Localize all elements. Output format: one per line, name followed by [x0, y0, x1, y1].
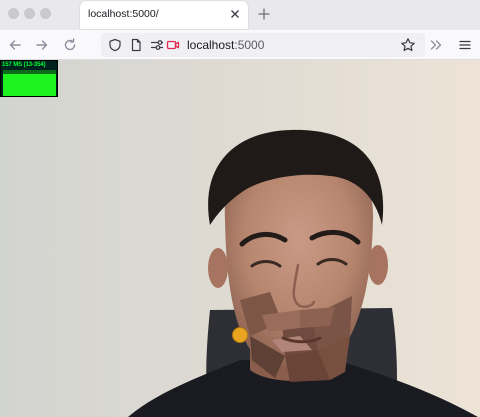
nav-bar: localhost:5000: [0, 30, 480, 60]
permissions-icon[interactable]: [150, 38, 164, 52]
new-tab-icon[interactable]: [256, 6, 272, 22]
overflow-chevron-icon[interactable]: [428, 37, 444, 53]
webcam-video-feed: [0, 60, 480, 417]
url-port: :5000: [234, 38, 265, 52]
stats-graph: [3, 70, 56, 96]
page-content: 157 MS (13-354): [0, 60, 480, 417]
url-host: localhost: [187, 38, 235, 52]
browser-window: localhost:5000/ localhost:5000 157 MS (1…: [0, 0, 480, 417]
window-maximize-button[interactable]: [40, 8, 51, 19]
page-info-icon[interactable]: [129, 38, 143, 52]
forward-icon[interactable]: [34, 37, 50, 53]
back-icon[interactable]: [7, 37, 23, 53]
tab-active[interactable]: localhost:5000/: [80, 1, 248, 29]
stats-label: 157 MS (13-354): [2, 62, 46, 68]
reload-icon[interactable]: [62, 37, 78, 53]
stats-graph-bar: [3, 70, 56, 74]
tracking-marker: [232, 327, 248, 343]
url-text[interactable]: localhost:5000: [187, 38, 264, 52]
window-close-button[interactable]: [8, 8, 19, 19]
window-minimize-button[interactable]: [24, 8, 35, 19]
hamburger-menu-icon[interactable]: [457, 37, 473, 53]
shield-icon[interactable]: [108, 38, 122, 52]
tab-title: localhost:5000/: [88, 8, 159, 20]
tab-strip: localhost:5000/: [0, 0, 480, 30]
bookmark-star-icon[interactable]: [400, 37, 416, 53]
close-icon[interactable]: [228, 7, 242, 21]
camera-in-use-icon[interactable]: [166, 38, 180, 52]
url-bar[interactable]: localhost:5000: [101, 33, 425, 57]
performance-stats-panel[interactable]: 157 MS (13-354): [0, 60, 58, 97]
